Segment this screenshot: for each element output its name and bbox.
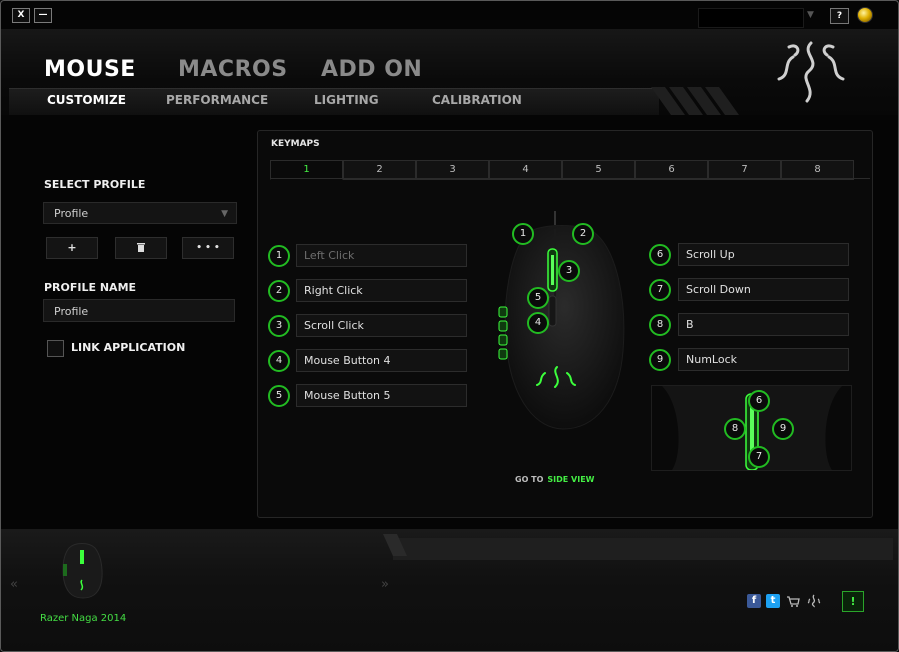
button-number-badge: 5 <box>268 385 290 407</box>
button-number-badge: 9 <box>649 349 671 371</box>
account-dropdown[interactable] <box>698 8 804 28</box>
bottom-stripe <box>383 534 893 560</box>
profile-name-label: PROFILE NAME <box>44 281 137 294</box>
delete-profile-button[interactable] <box>115 237 167 259</box>
tab-customize[interactable]: CUSTOMIZE <box>47 93 126 107</box>
assignment-scroll-down[interactable]: Scroll Down <box>678 278 849 301</box>
link-application-label: LINK APPLICATION <box>71 341 186 354</box>
scroll-wheel-closeup-image: 6 8 9 7 <box>651 385 852 471</box>
device-name-label: Razer Naga 2014 <box>40 613 127 624</box>
keymap-tab-6[interactable]: 6 <box>635 160 708 180</box>
profile-name-input[interactable]: Profile <box>43 299 235 322</box>
button-number-badge: 3 <box>268 315 290 337</box>
device-thumbnail[interactable] <box>59 542 105 600</box>
mouse-top-view-image <box>498 211 625 430</box>
side-badge-7[interactable]: 7 <box>748 446 770 468</box>
razer-icon[interactable] <box>807 594 821 608</box>
facebook-icon[interactable]: f <box>747 594 761 608</box>
shopping-cart-icon[interactable] <box>786 594 800 608</box>
chevron-down-icon[interactable]: ▼ <box>807 10 814 20</box>
add-profile-button[interactable]: + <box>46 237 98 259</box>
button-number-badge: 8 <box>649 314 671 336</box>
mouse-badge-5[interactable]: 5 <box>527 287 549 309</box>
link-application-checkbox[interactable] <box>47 340 64 357</box>
mouse-badge-4[interactable]: 4 <box>527 312 549 334</box>
assignment-right-click[interactable]: Right Click <box>296 279 467 302</box>
mouse-badge-2[interactable]: 2 <box>572 223 594 245</box>
assignment-scroll-up[interactable]: Scroll Up <box>678 243 849 266</box>
assignment-b[interactable]: B <box>678 313 849 336</box>
button-number-badge: 6 <box>649 244 671 266</box>
tab-add-on[interactable]: ADD ON <box>321 57 422 82</box>
trash-icon <box>137 243 145 252</box>
next-device-arrow-icon[interactable]: » <box>381 577 389 592</box>
keymap-tab-divider <box>270 178 870 179</box>
tab-macros[interactable]: MACROS <box>178 57 288 82</box>
side-badge-9[interactable]: 9 <box>772 418 794 440</box>
profile-select-value: Profile <box>54 207 89 220</box>
tab-lighting[interactable]: LIGHTING <box>314 93 379 107</box>
keymap-tab-7[interactable]: 7 <box>708 160 781 180</box>
profile-select[interactable]: Profile ▼ <box>43 202 237 224</box>
assignment-mouse-button-4[interactable]: Mouse Button 4 <box>296 349 467 372</box>
tab-performance[interactable]: PERFORMANCE <box>166 93 268 107</box>
keymap-tab-4[interactable]: 4 <box>489 160 562 180</box>
assignment-scroll-click[interactable]: Scroll Click <box>296 314 467 337</box>
keymap-tab-1[interactable]: 1 <box>270 160 343 180</box>
button-number-badge: 7 <box>649 279 671 301</box>
keymap-tab-3[interactable]: 3 <box>416 160 489 180</box>
side-badge-6[interactable]: 6 <box>748 390 770 412</box>
chevron-down-icon: ▼ <box>221 209 228 219</box>
twitter-icon[interactable]: t <box>766 594 780 608</box>
keymaps-title: KEYMAPS <box>271 139 320 149</box>
tab-calibration[interactable]: CALIBRATION <box>432 93 522 107</box>
mouse-badge-1[interactable]: 1 <box>512 223 534 245</box>
notification-button[interactable]: ! <box>842 591 864 612</box>
go-to-side-view-link[interactable]: GO TO SIDE VIEW <box>515 475 595 484</box>
close-button[interactable]: X <box>12 8 30 23</box>
button-number-badge: 4 <box>268 350 290 372</box>
button-number-badge: 1 <box>268 245 290 267</box>
mouse-badge-3[interactable]: 3 <box>558 260 580 282</box>
app-window: X — ▼ ? MOUSE MACROS ADD ON CUSTOMIZE PE… <box>0 0 899 652</box>
keymap-tab-5[interactable]: 5 <box>562 160 635 180</box>
goto-prefix: GO TO <box>515 475 544 484</box>
assignment-numlock[interactable]: NumLock <box>678 348 849 371</box>
select-profile-label: SELECT PROFILE <box>44 178 146 191</box>
previous-device-arrow-icon[interactable]: « <box>10 577 18 592</box>
button-number-badge: 2 <box>268 280 290 302</box>
side-badge-8[interactable]: 8 <box>724 418 746 440</box>
tab-mouse[interactable]: MOUSE <box>44 57 136 82</box>
minimize-button[interactable]: — <box>34 8 52 23</box>
help-button[interactable]: ? <box>830 8 849 24</box>
assignment-mouse-button-5[interactable]: Mouse Button 5 <box>296 384 467 407</box>
status-indicator-icon[interactable] <box>857 7 873 23</box>
razer-logo-icon <box>777 41 845 103</box>
assignment-left-click[interactable]: Left Click <box>296 244 467 267</box>
header-stripes <box>651 87 739 115</box>
keymap-tab-8[interactable]: 8 <box>781 160 854 180</box>
keymap-tab-2[interactable]: 2 <box>343 160 416 180</box>
side-view-link[interactable]: SIDE VIEW <box>547 475 594 484</box>
more-options-button[interactable]: • • • <box>182 237 234 259</box>
